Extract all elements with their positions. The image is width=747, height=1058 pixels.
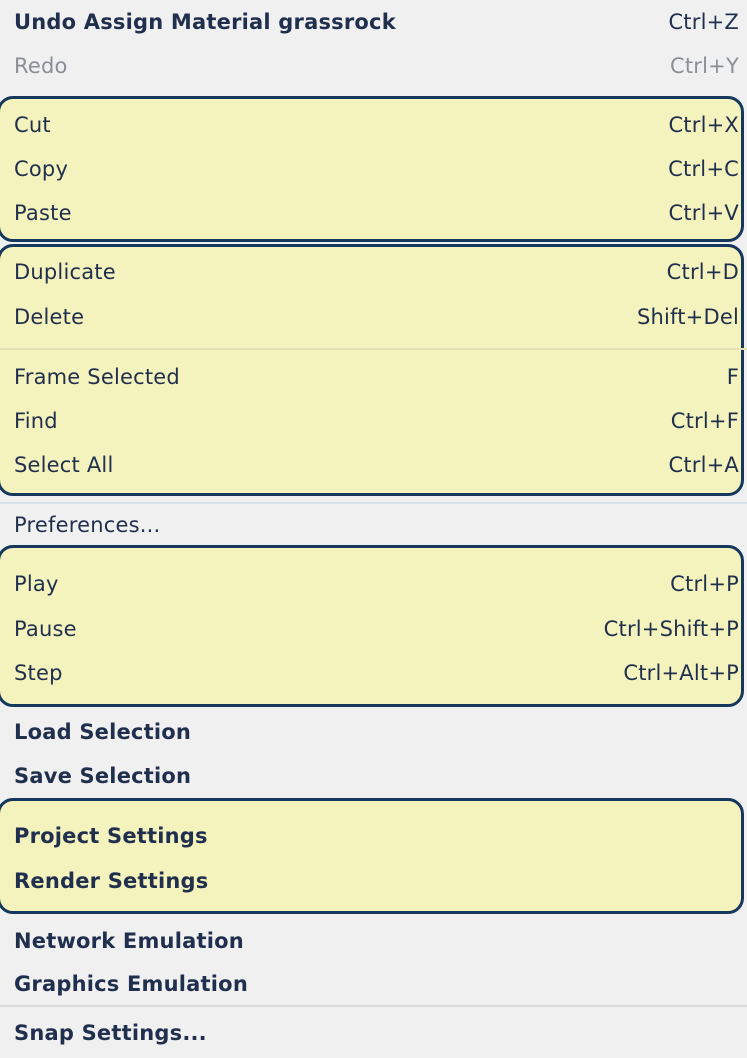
menu-item-redo: Redo Ctrl+Y — [0, 45, 747, 87]
menu-item-delete[interactable]: Delete Shift+Del — [0, 296, 747, 338]
menu-item-label: Preferences... — [14, 513, 161, 537]
menu-item-label: Duplicate — [14, 260, 116, 284]
menu-item-graphics-emulation[interactable]: Graphics Emulation — [0, 963, 747, 1005]
menu-item-copy[interactable]: Copy Ctrl+C — [0, 148, 747, 190]
menu-item-label: Undo Assign Material grassrock — [14, 10, 396, 34]
menu-item-shortcut: Ctrl+P — [670, 572, 739, 596]
menu-item-label: Paste — [14, 201, 72, 225]
menu-item-save-selection[interactable]: Save Selection — [0, 755, 747, 797]
menu-item-label: Save Selection — [14, 764, 192, 788]
menu-item-shortcut: Ctrl+V — [668, 201, 739, 225]
menu-item-network-emulation[interactable]: Network Emulation — [0, 920, 747, 962]
menu-item-pause[interactable]: Pause Ctrl+Shift+P — [0, 608, 747, 650]
menu-item-label: Snap Settings... — [14, 1021, 207, 1045]
menu-item-label: Redo — [14, 54, 68, 78]
menu-item-label: Render Settings — [14, 869, 209, 893]
menu-separator — [0, 348, 747, 350]
menu-item-preferences[interactable]: Preferences... — [0, 504, 747, 546]
menu-item-label: Network Emulation — [14, 929, 244, 953]
menu-item-shortcut: Ctrl+A — [668, 453, 739, 477]
menu-item-frame-selected[interactable]: Frame Selected F — [0, 356, 747, 398]
menu-item-label: Project Settings — [14, 824, 208, 848]
menu-item-shortcut: Ctrl+D — [666, 260, 739, 284]
menu-item-shortcut: Ctrl+X — [668, 113, 739, 137]
menu-item-label: Find — [14, 409, 58, 433]
menu-item-shortcut: Ctrl+Alt+P — [623, 661, 739, 685]
menu-item-shortcut: Ctrl+Z — [668, 10, 739, 34]
menu-item-find[interactable]: Find Ctrl+F — [0, 400, 747, 442]
menu-item-render-settings[interactable]: Render Settings — [0, 860, 747, 902]
menu-item-paste[interactable]: Paste Ctrl+V — [0, 192, 747, 234]
menu-item-label: Frame Selected — [14, 365, 180, 389]
menu-item-load-selection[interactable]: Load Selection — [0, 711, 747, 753]
menu-item-label: Select All — [14, 453, 114, 477]
menu-item-label: Step — [14, 661, 63, 685]
menu-item-snap-settings[interactable]: Snap Settings... — [0, 1012, 747, 1054]
menu-item-label: Play — [14, 572, 59, 596]
menu-separator — [0, 1005, 747, 1007]
menu-item-label: Copy — [14, 157, 69, 181]
menu-item-shortcut: F — [726, 365, 739, 389]
menu-item-undo[interactable]: Undo Assign Material grassrock Ctrl+Z — [0, 1, 747, 43]
menu-item-label: Graphics Emulation — [14, 972, 248, 996]
menu-item-select-all[interactable]: Select All Ctrl+A — [0, 444, 747, 486]
menu-item-cut[interactable]: Cut Ctrl+X — [0, 104, 747, 146]
menu-item-label: Load Selection — [14, 720, 191, 744]
menu-item-shortcut: Ctrl+Shift+P — [603, 617, 739, 641]
menu-item-duplicate[interactable]: Duplicate Ctrl+D — [0, 251, 747, 293]
menu-item-play[interactable]: Play Ctrl+P — [0, 563, 747, 605]
menu-item-shortcut: Ctrl+F — [670, 409, 739, 433]
menu-item-project-settings[interactable]: Project Settings — [0, 815, 747, 857]
menu-item-step[interactable]: Step Ctrl+Alt+P — [0, 652, 747, 694]
menu-item-label: Pause — [14, 617, 77, 641]
menu-item-shortcut: Ctrl+C — [668, 157, 739, 181]
menu-item-shortcut: Shift+Del — [636, 305, 739, 329]
menu-item-label: Cut — [14, 113, 51, 137]
menu-item-shortcut: Ctrl+Y — [670, 54, 739, 78]
menu-item-label: Delete — [14, 305, 85, 329]
edit-menu: Undo Assign Material grassrock Ctrl+Z Re… — [0, 0, 747, 1058]
